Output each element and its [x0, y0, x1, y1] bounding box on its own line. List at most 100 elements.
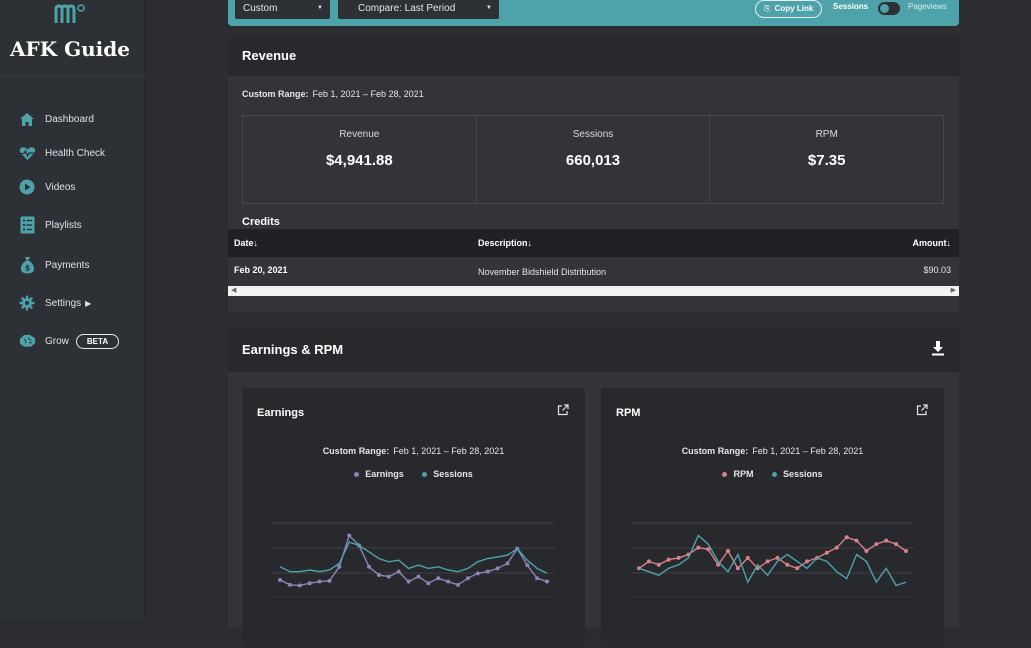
data-point — [337, 564, 342, 569]
sidebar-item-label: Videos — [45, 181, 76, 193]
earnings-rpm-header: Earnings & RPM — [228, 328, 959, 372]
series-line-sessions — [638, 534, 907, 587]
data-point — [327, 578, 332, 583]
sort-arrow-icon: ↓ — [253, 238, 259, 248]
revenue-range: Custom Range: Feb 1, 2021 – Feb 28, 2021 — [242, 89, 424, 99]
revenue-panel: Revenue Custom Range: Feb 1, 2021 – Feb 2… — [228, 36, 959, 312]
sidebar: AFK Guide Dashboard Health Check Videos … — [0, 0, 145, 619]
data-point — [795, 566, 800, 571]
row-amount: $90.03 — [923, 265, 951, 275]
sidebar-item-label: Payments — [45, 259, 90, 271]
range-select[interactable]: Custom ▼ — [235, 0, 330, 19]
copy-link-label: Copy Link — [774, 4, 814, 13]
data-point — [446, 579, 451, 584]
sidebar-divider — [0, 76, 145, 77]
sidebar-item-payments[interactable]: $ Payments — [18, 254, 89, 276]
earnings-rpm-panel: Earnings & RPM Earnings Custom Range: Feb… — [228, 328, 959, 648]
sidebar-item-settings[interactable]: Settings ▶ — [18, 292, 91, 314]
sidebar-item-videos[interactable]: Videos — [18, 176, 75, 198]
beta-badge: BETA — [75, 333, 120, 349]
logo-mark-icon — [54, 4, 85, 23]
earnings-line-chart — [272, 522, 555, 598]
sidebar-item-label: Grow — [45, 335, 69, 347]
data-point — [287, 582, 292, 587]
copy-link-button[interactable]: ⎘ Copy Link — [755, 0, 823, 18]
data-point — [874, 542, 879, 547]
data-point — [884, 538, 889, 543]
stat-label: Sessions — [572, 129, 614, 140]
sidebar-item-dashboard[interactable]: Dashboard — [18, 108, 94, 130]
legend-item-earnings[interactable]: Earnings — [354, 469, 404, 479]
copy-icon: ⎘ — [764, 4, 771, 13]
revenue-stats: Revenue $4,941.88 Sessions 660,013 RPM $… — [242, 115, 944, 204]
gear-icon — [18, 294, 36, 312]
rpm-chart-card: RPM Custom Range: Feb 1, 2021 – Feb 28, 2… — [601, 388, 944, 648]
scroll-left-icon[interactable]: ◀ — [231, 286, 236, 294]
data-point — [505, 561, 510, 566]
data-point — [745, 555, 750, 560]
scroll-right-icon[interactable]: ▶ — [951, 286, 956, 294]
svg-text:$: $ — [24, 264, 30, 273]
data-point — [347, 533, 352, 538]
stat-label: Revenue — [339, 129, 380, 140]
sidebar-item-grow[interactable]: Grow BETA — [18, 330, 120, 352]
earnings-card-header: Earnings — [242, 388, 585, 433]
sidebar-item-label: Health Check — [45, 147, 106, 159]
data-point — [765, 559, 770, 564]
filter-toolbar: Custom ▼ Compare: Last Period ▼ ⎘ Copy L… — [228, 0, 959, 26]
data-point — [456, 582, 460, 587]
play-icon — [18, 178, 36, 196]
data-point — [475, 571, 480, 576]
download-icon[interactable] — [931, 340, 945, 356]
data-point — [297, 583, 302, 588]
column-description[interactable]: Description↓ — [478, 238, 532, 248]
caret-right-icon: ▶ — [85, 298, 92, 308]
data-point — [775, 555, 780, 560]
data-point — [278, 577, 282, 582]
data-point — [735, 566, 740, 571]
legend-item-rpm[interactable]: RPM — [722, 469, 753, 479]
range-label: Custom Range: — [242, 89, 309, 99]
data-point — [386, 574, 391, 579]
sidebar-item-health-check[interactable]: Health Check — [18, 142, 105, 164]
data-point — [726, 549, 730, 554]
table-row: Feb 20, 2021 November Bidshield Distribu… — [228, 257, 959, 285]
legend-item-sessions[interactable]: Sessions — [422, 469, 473, 479]
external-link-icon[interactable] — [916, 404, 928, 416]
data-point — [646, 559, 651, 564]
earnings-card-range: Custom Range: Feb 1, 2021 – Feb 28, 2021 — [322, 446, 505, 456]
column-date[interactable]: Date↓ — [234, 238, 258, 248]
external-link-icon[interactable] — [557, 404, 569, 416]
stat-value: $4,941.88 — [325, 152, 393, 169]
sidebar-item-playlists[interactable]: Playlists — [18, 214, 82, 236]
sidebar-item-label: Dashboard — [45, 113, 94, 125]
row-description: November Bidshield Distribution — [478, 267, 607, 277]
data-point — [465, 576, 470, 581]
toggle-knob — [880, 4, 889, 13]
legend-item-sessions[interactable]: Sessions — [771, 469, 823, 479]
data-point — [317, 579, 322, 584]
sessions-pageviews-toggle[interactable] — [878, 2, 900, 15]
rpm-line-chart — [631, 522, 914, 598]
data-point — [495, 566, 500, 571]
data-point — [525, 563, 530, 568]
column-amount[interactable]: Amount↓ — [913, 238, 952, 248]
data-point — [864, 549, 869, 554]
compare-select[interactable]: Compare: Last Period ▼ — [338, 0, 499, 19]
rpm-card-title: RPM — [616, 407, 641, 419]
credits-table-header: Date↓ Description↓ Amount↓ — [228, 229, 959, 257]
table-horizontal-scrollbar[interactable]: ◀ ▶ — [228, 286, 959, 296]
brand-name: AFK Guide — [10, 37, 130, 61]
series-line-earnings — [279, 534, 548, 587]
chevron-down-icon: ▼ — [317, 5, 323, 11]
stat-value: 660,013 — [565, 152, 621, 169]
data-point — [545, 579, 549, 584]
money-bag-icon: $ — [18, 256, 36, 274]
toggle-label-sessions: Sessions — [833, 2, 869, 11]
data-point — [834, 545, 839, 550]
data-point — [367, 564, 371, 569]
row-date: Feb 20, 2021 — [234, 265, 288, 275]
earnings-rpm-title: Earnings & RPM — [242, 342, 344, 357]
stat-value: $7.35 — [807, 152, 846, 169]
sidebar-item-label: Settings — [45, 297, 82, 309]
